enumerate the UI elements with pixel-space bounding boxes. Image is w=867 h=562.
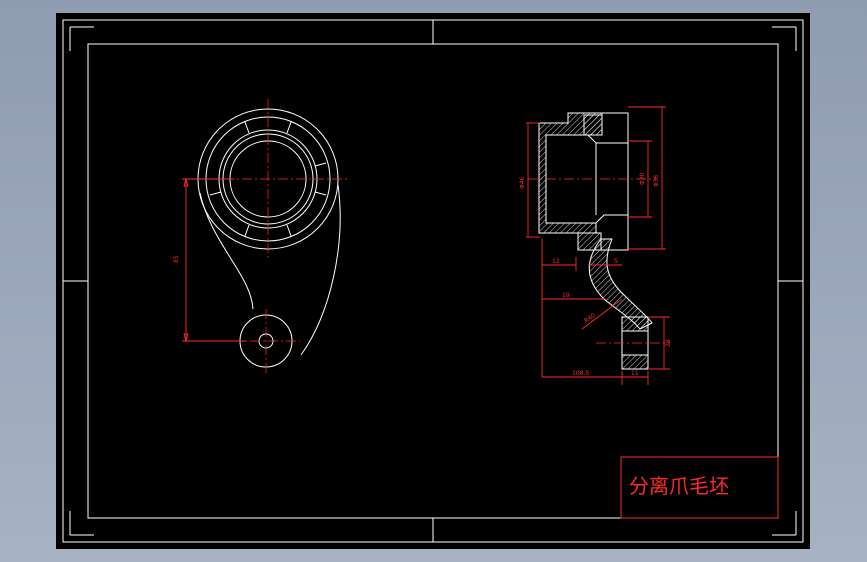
cad-viewport[interactable]: 85 Φ46 Φ30 Φ36 12 19 5 R40 28 108.5 11 分… bbox=[56, 13, 810, 549]
dim-108-5: 108.5 bbox=[572, 370, 589, 377]
section-view bbox=[526, 106, 670, 385]
dim-bore-flange: Φ36 bbox=[653, 174, 660, 187]
front-view bbox=[182, 99, 348, 375]
dim-11: 11 bbox=[631, 370, 639, 377]
dim-28: 28 bbox=[665, 339, 672, 347]
title-block-text: 分离爪毛坯 bbox=[629, 474, 729, 498]
dim-85: 85 bbox=[173, 255, 180, 263]
dim-12: 12 bbox=[552, 258, 560, 265]
dim-bore-outer: Φ46 bbox=[519, 176, 526, 189]
dim-5: 5 bbox=[614, 258, 618, 265]
drawing-frame bbox=[62, 19, 804, 543]
drawing-canvas: 85 Φ46 Φ30 Φ36 12 19 5 R40 28 108.5 11 分… bbox=[62, 19, 804, 543]
dim-bore-inner: Φ30 bbox=[639, 172, 646, 185]
dim-19: 19 bbox=[562, 292, 570, 299]
